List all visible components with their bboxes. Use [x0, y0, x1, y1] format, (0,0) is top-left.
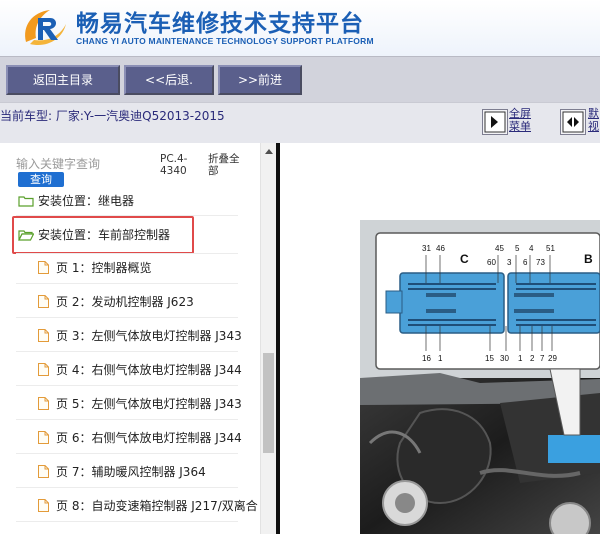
collapse-all-button[interactable]: 折叠全部: [208, 153, 248, 177]
pin-label: 1: [518, 354, 523, 363]
tree-page-item[interactable]: 页 8：自动变速箱控制器 J217/双离合: [14, 495, 258, 517]
page-icon: [38, 363, 49, 376]
fullscreen-menu-button[interactable]: [482, 109, 508, 135]
vehicle-info: 当前车型: 厂家:Y-一汽奥迪Q52013-2015: [0, 109, 225, 123]
page-icon: [38, 499, 49, 512]
pin-label: 60: [487, 258, 496, 267]
page-icon: [38, 431, 49, 444]
tree-folder-label: 安装位置：继电器: [38, 194, 135, 208]
page-subtitle: CHANG YI AUTO MAINTENANCE TECHNOLOGY SUP…: [76, 36, 374, 46]
page-icon: [38, 261, 49, 274]
pin-label: 45: [495, 244, 504, 253]
pin-label: 2: [530, 354, 535, 363]
scroll-up-arrow-icon[interactable]: [261, 145, 276, 159]
row-divider: [16, 317, 238, 318]
pin-label: 3: [507, 258, 512, 267]
default-view-link[interactable]: 默 视: [588, 107, 599, 133]
row-divider: [16, 419, 238, 420]
pin-label: 30: [500, 354, 509, 363]
pin-label: 73: [536, 258, 545, 267]
selection-highlight: [12, 216, 194, 254]
connector-b-label: B: [584, 252, 593, 266]
tree-page-label: 页 5：左侧气体放电灯控制器 J343: [56, 397, 242, 411]
pin-label: 15: [485, 354, 494, 363]
pin-label: 46: [436, 244, 445, 253]
query-button[interactable]: 查询: [18, 172, 64, 187]
pin-label: 51: [546, 244, 555, 253]
fullscreen-menu-link[interactable]: 全屏 菜单: [509, 107, 531, 133]
page-icon: [38, 329, 49, 342]
tree-page-label: 页 4：右侧气体放电灯控制器 J344: [56, 363, 242, 377]
toolbar: 返回主目录 <<后退. >>前进: [0, 56, 600, 103]
row-divider: [16, 351, 238, 352]
tree-page-label: 页 2：发动机控制器 J623: [56, 295, 194, 309]
pc-label: PC.4-4340: [160, 153, 188, 177]
forward-button[interactable]: >>前进: [218, 65, 302, 95]
pin-label: 1: [438, 354, 443, 363]
pin-label: 29: [548, 354, 557, 363]
row-divider: [16, 521, 238, 522]
page-icon: [38, 397, 49, 410]
row-divider: [16, 283, 238, 284]
vehicle-bar: 当前车型: 厂家:Y-一汽奥迪Q52013-2015 全屏 菜单 默 视: [0, 102, 600, 144]
pin-label: 6: [523, 258, 528, 267]
page-icon: [38, 465, 49, 478]
document-viewer: C B 31 46 45 5 4 51 60 3 6 73 16 1 15 30…: [280, 143, 600, 534]
tree-page-label: 页 6：右侧气体放电灯控制器 J344: [56, 431, 242, 445]
search-input[interactable]: [16, 155, 136, 173]
row-divider: [16, 253, 238, 254]
fullscreen-icon: [484, 111, 506, 133]
component-location-diagram: C B 31 46 45 5 4 51 60 3 6 73 16 1 15 30…: [360, 220, 600, 534]
back-button[interactable]: <<后退.: [124, 65, 214, 95]
tree-page-label: 页 3：左侧气体放电灯控制器 J343: [56, 329, 242, 343]
pin-label: 16: [422, 354, 431, 363]
app-header: 畅易汽车维修技术支持平台 CHANG YI AUTO MAINTENANCE T…: [0, 0, 600, 56]
left-panel: 查询 PC.4-4340 折叠全部 安装位置：继电器 安装位置：车前部控制器 页…: [0, 143, 276, 534]
pin-label: 4: [529, 244, 534, 253]
tree-scrollbar[interactable]: [260, 143, 276, 534]
page-icon: [38, 295, 49, 308]
pin-label: 7: [540, 354, 545, 363]
default-view-button[interactable]: [560, 109, 586, 135]
pin-label: 31: [422, 244, 431, 253]
connector-c-label: C: [460, 252, 469, 266]
row-divider: [16, 385, 238, 386]
scrollbar-thumb[interactable]: [263, 353, 274, 453]
folder-icon: [18, 196, 34, 207]
logo-icon: [25, 10, 66, 46]
tree-page-label: 页 1：控制器概览: [56, 261, 152, 275]
pin-label: 5: [515, 244, 520, 253]
split-view-icon: [562, 111, 584, 133]
row-divider: [16, 453, 238, 454]
page-title: 畅易汽车维修技术支持平台: [76, 11, 364, 37]
row-divider: [16, 487, 238, 488]
home-button[interactable]: 返回主目录: [6, 65, 120, 95]
tree-page-label: 页 8：自动变速箱控制器 J217/双离合: [56, 499, 258, 513]
control-unit-highlight: [548, 435, 600, 463]
tree-page-label: 页 7：辅助暖风控制器 J364: [56, 465, 206, 479]
